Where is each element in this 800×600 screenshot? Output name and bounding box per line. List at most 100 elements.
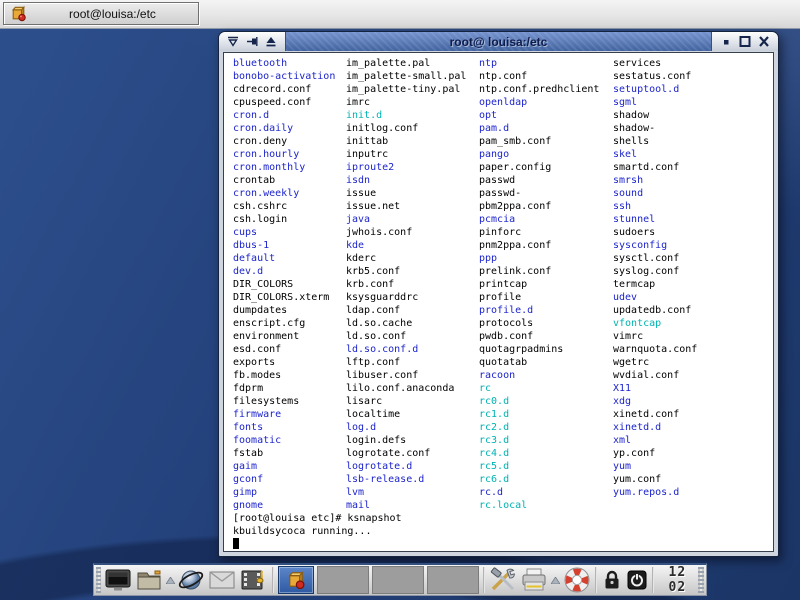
file-entry: default [233, 252, 275, 265]
terminal-row: gimplvmrc.dyum.repos.d [233, 486, 773, 499]
file-entry: fb.modes [233, 369, 281, 382]
maximize-button[interactable] [738, 35, 752, 49]
file-entry: yum [613, 460, 631, 473]
lock-screen-button[interactable] [601, 565, 624, 595]
web-browser-button[interactable] [177, 565, 206, 595]
terminal-row: csh.loginjavapcmciastunnel [233, 213, 773, 226]
file-entry: krb.conf [346, 278, 394, 291]
file-entry: crontab [233, 174, 275, 187]
file-entry: profile.d [479, 304, 533, 317]
file-entry: pam.d [479, 122, 509, 135]
file-entry: pcmcia [479, 213, 515, 226]
taskbar-window-button[interactable]: root@louisa:/etc [3, 2, 199, 25]
file-entry: lvm [346, 486, 364, 499]
show-desktop-icon [104, 568, 132, 592]
printer-button[interactable] [520, 565, 549, 595]
mail-button[interactable] [208, 565, 237, 595]
help-button[interactable] [562, 565, 591, 595]
popup-arrow-icon[interactable] [166, 565, 175, 595]
panel-separator [272, 567, 274, 593]
file-entry: bluetooth [233, 57, 287, 70]
file-entry: dev.d [233, 265, 263, 278]
file-entry: lilo.conf.anaconda [346, 382, 454, 395]
file-entry: gaim [233, 460, 257, 473]
file-entry: issue.net [346, 200, 400, 213]
panel-handle-left[interactable] [96, 567, 101, 593]
file-entry: pbm2ppa.conf [479, 200, 551, 213]
file-entry: inittab [346, 135, 388, 148]
terminal-row: bluetoothim_palette.palntpservices [233, 57, 773, 70]
terminal-row: cron.monthlyiproute2paper.configsmartd.c… [233, 161, 773, 174]
file-entry: dumpdates [233, 304, 287, 317]
file-entry: opt [479, 109, 497, 122]
file-entry: fonts [233, 421, 263, 434]
file-entry: prelink.conf [479, 265, 551, 278]
terminal-row: cron.weeklyissuepasswd-sound [233, 187, 773, 200]
power-icon [626, 569, 648, 591]
terminal-row: cron.dailyinitlog.confpam.dshadow- [233, 122, 773, 135]
file-entry: xml [613, 434, 631, 447]
file-entry: shells [613, 135, 649, 148]
file-entry: init.d [346, 109, 382, 122]
file-entry: login.defs [346, 434, 406, 447]
terminal-row: cupsjwhois.confpinforcsudoers [233, 226, 773, 239]
popup-arrow-icon[interactable] [551, 565, 560, 595]
terminal-row: foomaticlogin.defsrc3.dxml [233, 434, 773, 447]
file-entry: inputrc [346, 148, 388, 161]
terminal-row: cron.hourlyinputrcpangoskel [233, 148, 773, 161]
multimedia-icon [240, 567, 268, 593]
titlebar-drag-area[interactable]: root@ louisa:/etc [285, 32, 712, 51]
terminal-row: bonobo-activationim_palette-small.palntp… [233, 70, 773, 83]
file-entry: protocols [479, 317, 533, 330]
taskbar-cell-active[interactable] [278, 566, 314, 594]
file-entry: cron.d [233, 109, 269, 122]
file-entry: rc3.d [479, 434, 509, 447]
file-entry: ppp [479, 252, 497, 265]
file-entry: jwhois.conf [346, 226, 412, 239]
file-entry: dbus-1 [233, 239, 269, 252]
file-entry: lisarc [346, 395, 382, 408]
close-button[interactable] [757, 35, 771, 49]
file-entry: csh.login [233, 213, 287, 226]
panel-taskbar [278, 566, 479, 594]
logout-button[interactable] [626, 565, 649, 595]
file-entry: smartd.conf [613, 161, 679, 174]
multimedia-button[interactable] [239, 565, 268, 595]
file-entry: issue [346, 187, 376, 200]
taskbar-cell-empty[interactable] [372, 566, 424, 594]
file-entry: sound [613, 187, 643, 200]
file-entry: localtime [346, 408, 400, 421]
file-entry: openldap [479, 96, 527, 109]
file-entry: rc6.d [479, 473, 509, 486]
file-entry: termcap [613, 278, 655, 291]
show-desktop-button[interactable] [103, 565, 132, 595]
taskbar-cell-empty[interactable] [427, 566, 479, 594]
shade-down-button[interactable] [226, 35, 240, 49]
titlebar-right-buttons [712, 32, 778, 51]
file-entry: rc.d [479, 486, 503, 499]
file-entry: rc5.d [479, 460, 509, 473]
eject-button[interactable] [264, 35, 278, 49]
minimize-button[interactable] [719, 35, 733, 49]
file-entry: kderc [346, 252, 376, 265]
terminal-cursor [233, 538, 239, 549]
home-folder-button[interactable] [135, 565, 164, 595]
panel-clock[interactable]: 12 02 [658, 565, 696, 595]
file-entry: xdg [613, 395, 631, 408]
utilities-button[interactable] [489, 565, 518, 595]
taskbar-cell-empty[interactable] [317, 566, 369, 594]
file-entry: pwdb.conf [479, 330, 533, 343]
terminal-row: dbus-1kdepnm2ppa.confsysconfig [233, 239, 773, 252]
file-entry: logrotate.d [346, 460, 412, 473]
pin-button[interactable] [245, 35, 259, 49]
panel-handle-right[interactable] [698, 567, 703, 593]
terminal-row: cron.dinit.doptshadow [233, 109, 773, 122]
file-entry: esd.conf [233, 343, 281, 356]
terminal-screen[interactable]: bluetoothim_palette.palntpservicesbonobo… [223, 52, 774, 552]
file-entry: ntp.conf [479, 70, 527, 83]
file-entry: fstab [233, 447, 263, 460]
file-entry: cron.weekly [233, 187, 299, 200]
terminal-row: defaultkdercpppsysctl.conf [233, 252, 773, 265]
titlebar[interactable]: root@ louisa:/etc [219, 32, 778, 51]
file-entry: pinforc [479, 226, 521, 239]
